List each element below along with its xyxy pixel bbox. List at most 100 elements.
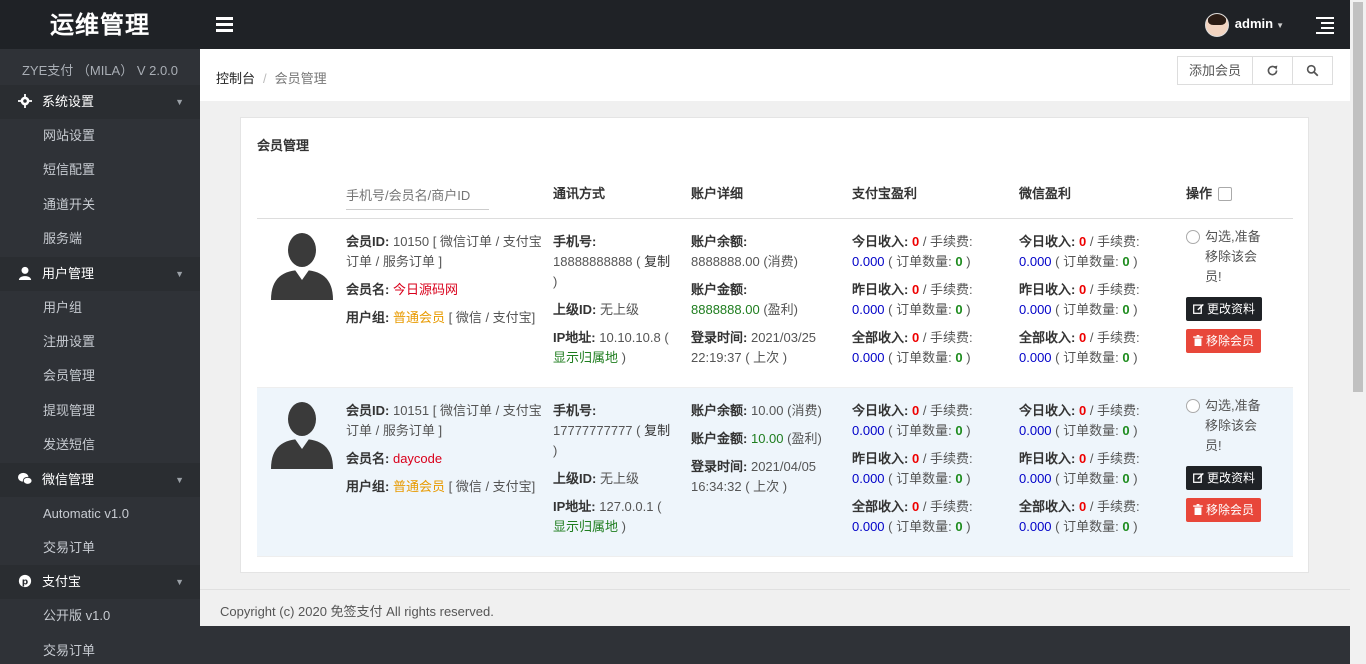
amount-note: (盈利): [763, 301, 798, 317]
refresh-button[interactable]: [1252, 56, 1293, 85]
label-today-income: 今日收入:: [1019, 402, 1076, 418]
wechat-today-income: 0: [1078, 233, 1087, 249]
label-parent: 上级ID:: [553, 301, 597, 317]
label-group: 用户组:: [346, 478, 390, 494]
alipay-profit-cell: 今日收入: 0 / 手续费: 0.000 ( 订单数量: 0 ) 昨日收入: 0 …: [852, 387, 1019, 557]
caret-down-icon: ▼: [175, 97, 184, 107]
search-input[interactable]: [346, 181, 489, 210]
balance-note: (消费): [763, 253, 798, 269]
show-location-link[interactable]: 显示归属地: [553, 350, 618, 365]
alipay-today-orders: 0: [955, 253, 963, 269]
nav-group-system[interactable]: 系统设置 ▼: [0, 85, 200, 119]
member-info-cell: 会员ID: 10151 [ 微信订单 / 支付宝订单 / 服务订单 ] 会员名:…: [346, 387, 553, 557]
group-permissions: [ 微信 / 支付宝]: [448, 478, 536, 494]
label-today-income: 今日收入:: [852, 233, 909, 249]
edit-icon: [1193, 303, 1204, 314]
select-all-checkbox[interactable]: [1218, 187, 1233, 202]
header-search: [346, 168, 553, 219]
breadcrumb-home[interactable]: 控制台: [216, 71, 255, 86]
amount-note: (盈利): [787, 430, 822, 446]
wechat-all-fee: 0.000: [1019, 349, 1052, 365]
copy-phone-link[interactable]: 复制: [644, 423, 670, 438]
label-fee: 手续费:: [1097, 329, 1140, 345]
breadcrumb-separator: /: [263, 71, 267, 86]
table-row: 会员ID: 10151 [ 微信订单 / 支付宝订单 / 服务订单 ] 会员名:…: [257, 387, 1293, 557]
edit-member-label: 更改资料: [1207, 470, 1256, 485]
edit-member-button[interactable]: 更改资料: [1186, 296, 1263, 321]
edit-member-button[interactable]: 更改资料: [1186, 465, 1263, 490]
indent-menu-icon[interactable]: [1316, 17, 1334, 34]
label-fee: 手续费:: [1097, 498, 1140, 514]
group-permissions: [ 微信 / 支付宝]: [448, 309, 536, 325]
main-content: 会员管理 通讯方式 账户详细 支付宝盈利 微信盈利 操作: [200, 101, 1350, 589]
alipay-yesterday-orders: 0: [955, 470, 963, 486]
search-icon: [1306, 64, 1319, 77]
select-member-radio[interactable]: [1186, 398, 1200, 413]
sidebar-item-member-management[interactable]: 会员管理: [0, 359, 200, 393]
wechat-icon: [18, 472, 32, 485]
label-order-count: 订单数量:: [896, 301, 952, 317]
caret-down-icon: ▼: [175, 577, 184, 588]
member-amount: 8888888.00: [691, 301, 760, 317]
nav-group-users[interactable]: 用户管理 ▼: [0, 256, 200, 291]
remove-member-button[interactable]: 移除会员: [1186, 328, 1262, 353]
nav-group-alipay[interactable]: p 支付宝 ▼: [0, 565, 200, 600]
label-order-count: 订单数量:: [1063, 518, 1119, 534]
alipay-today-income: 0: [911, 233, 920, 249]
wechat-yesterday-orders: 0: [1122, 470, 1130, 486]
header-ops-label: 操作: [1186, 186, 1213, 202]
label-group: 用户组:: [346, 309, 390, 325]
wechat-yesterday-income: 0: [1078, 281, 1087, 297]
member-name: 今日源码网: [392, 281, 458, 297]
scrollbar-thumb[interactable]: [1353, 2, 1363, 392]
select-member-radio[interactable]: [1186, 229, 1200, 244]
search-button[interactable]: [1292, 56, 1333, 85]
label-order-count: 订单数量:: [896, 422, 952, 438]
alipay-icon: p: [18, 575, 32, 588]
nav-group-wechat[interactable]: 微信管理 ▼: [0, 462, 200, 497]
add-member-button[interactable]: 添加会员: [1176, 56, 1253, 85]
table-row: 会员ID: 10150 [ 微信订单 / 支付宝订单 / 服务订单 ] 会员名:…: [257, 218, 1293, 388]
table-header-row: 通讯方式 账户详细 支付宝盈利 微信盈利 操作: [257, 168, 1293, 219]
nav-group-label: 支付宝: [42, 574, 82, 590]
member-group: 普通会员: [392, 309, 445, 325]
alipay-yesterday-income: 0: [911, 281, 920, 297]
sidebar-item-withdraw[interactable]: 提现管理: [0, 394, 200, 428]
sidebar-item-sms-config[interactable]: 短信配置: [0, 153, 200, 187]
caret-down-icon: ▼: [175, 474, 184, 485]
scrollbar[interactable]: [1350, 0, 1366, 664]
alipay-today-orders: 0: [955, 422, 963, 438]
label-fee: 手续费:: [1097, 281, 1140, 297]
label-order-count: 订单数量:: [1063, 253, 1119, 269]
label-order-count: 订单数量:: [896, 470, 952, 486]
sidebar-item-wechat-orders[interactable]: 交易订单: [0, 531, 200, 565]
label-phone: 手机号:: [553, 233, 597, 249]
sidebar-item-user-group[interactable]: 用户组: [0, 291, 200, 325]
trash-icon: [1193, 334, 1203, 346]
sidebar-item-send-sms[interactable]: 发送短信: [0, 428, 200, 462]
copy-phone-link[interactable]: 复制: [644, 254, 670, 269]
sidebar-item-automatic[interactable]: Automatic v1.0: [0, 497, 200, 531]
label-today-income: 今日收入:: [1019, 233, 1076, 249]
alipay-all-orders: 0: [955, 518, 963, 534]
menu-toggle-icon[interactable]: [216, 17, 233, 32]
sidebar-item-register-settings[interactable]: 注册设置: [0, 325, 200, 359]
sidebar-item-site-settings[interactable]: 网站设置: [0, 119, 200, 153]
username: admin: [1234, 16, 1274, 31]
member-panel: 会员管理 通讯方式 账户详细 支付宝盈利 微信盈利 操作: [240, 117, 1309, 573]
sidebar-item-alipay-orders[interactable]: 交易订单: [0, 634, 200, 664]
remove-member-label: 移除会员: [1206, 333, 1255, 348]
user-menu[interactable]: admin ▼: [1204, 10, 1284, 38]
show-location-link[interactable]: 显示归属地: [553, 519, 618, 534]
label-order-count: 订单数量:: [896, 518, 952, 534]
caret-down-icon: ▼: [1276, 21, 1284, 30]
sidebar-item-public-edition[interactable]: 公开版 v1.0: [0, 599, 200, 633]
label-fee: 手续费:: [1097, 402, 1140, 418]
sidebar-item-channel-switch[interactable]: 通道开关: [0, 188, 200, 222]
label-order-count: 订单数量:: [1063, 301, 1119, 317]
wechat-today-orders: 0: [1122, 422, 1130, 438]
remove-member-button[interactable]: 移除会员: [1186, 497, 1262, 522]
label-order-count: 订单数量:: [1063, 422, 1119, 438]
sidebar-item-server[interactable]: 服务端: [0, 222, 200, 256]
wechat-all-fee: 0.000: [1019, 518, 1052, 534]
